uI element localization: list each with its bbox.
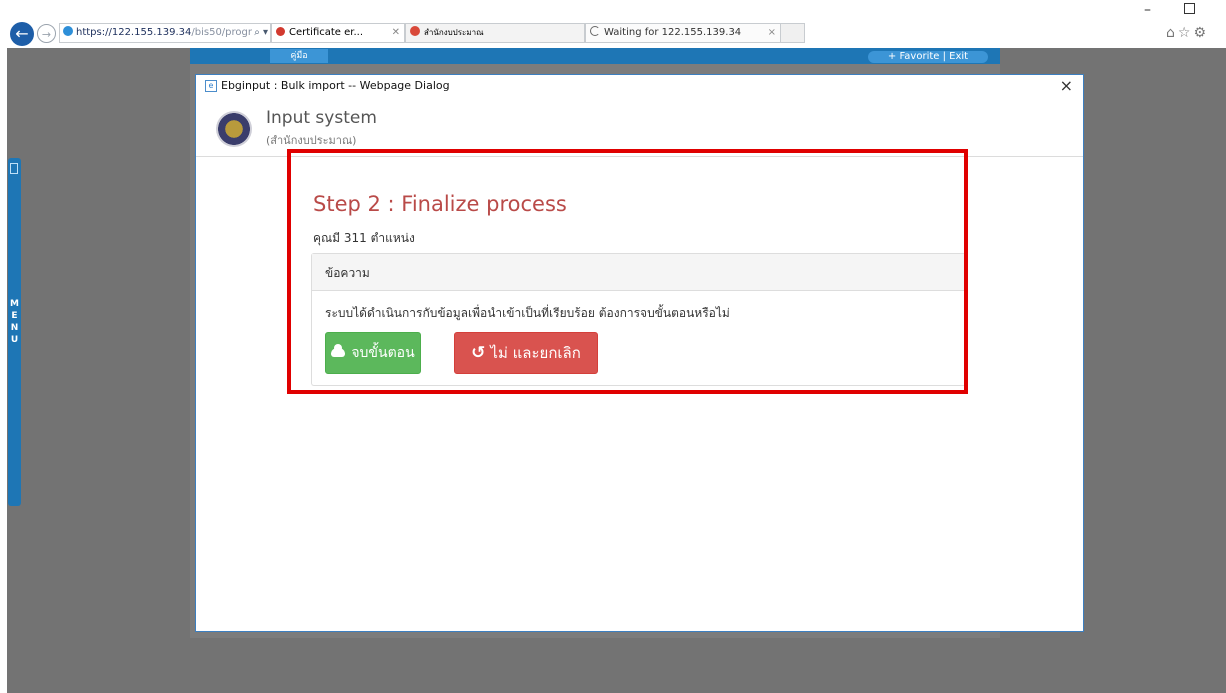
certificate-error-icon — [276, 27, 285, 36]
budget-bureau-seal-icon — [410, 26, 420, 36]
address-path: /bis50/progr — [191, 27, 252, 38]
tab-budget-bureau[interactable]: สำนักงบประมาณ — [405, 23, 585, 43]
forward-arrow-icon[interactable]: → — [37, 24, 56, 43]
step-title: Step 2 : Finalize process — [313, 192, 567, 216]
cancel-button[interactable]: ↺ ไม่ และยกเลิก — [454, 332, 598, 374]
panel-message: ระบบได้ดำเนินการกับข้อมูลเพื่อนำเข้าเป็น… — [325, 306, 730, 320]
dialog-header: Input system (สำนักงบประมาณ) — [196, 99, 1083, 157]
panel-heading: ข้อความ — [312, 254, 966, 291]
minimize-icon[interactable]: – — [1144, 2, 1151, 18]
side-menu-label: MENU — [10, 299, 19, 345]
cancel-label: ไม่ และยกเลิก — [490, 344, 581, 362]
browser-chrome: ← → https://122.155.139.34/bis50/progr ⌕… — [0, 0, 1226, 48]
webpage-dialog: e Ebginput : Bulk import -- Webpage Dial… — [195, 74, 1084, 632]
new-tab-button[interactable] — [781, 23, 805, 43]
address-bar[interactable]: https://122.155.139.34/bis50/progr ⌕ ▾ — [59, 23, 271, 43]
home-favorites-settings-icons[interactable]: ⌂☆⚙ — [1166, 25, 1209, 41]
system-title: Input system — [266, 108, 377, 128]
restore-icon[interactable] — [1184, 3, 1195, 14]
ie-icon: e — [205, 80, 217, 92]
panel-heading-label: ข้อความ — [325, 266, 370, 280]
budget-bureau-logo — [216, 111, 252, 147]
finish-step-label: จบขั้นตอน — [351, 345, 415, 361]
tab-label: Certificate er... — [289, 27, 364, 38]
tab-certificate-error[interactable]: Certificate er... ✕ — [271, 23, 405, 43]
dialog-titlebar: e Ebginput : Bulk import -- Webpage Dial… — [196, 75, 1083, 99]
finish-step-button[interactable]: จบขั้นตอน — [325, 332, 421, 374]
address-host: https://122.155.139.34 — [76, 27, 192, 38]
tab-label: Waiting for 122.155.139.34 — [604, 27, 742, 38]
tab-label: สำนักงบประมาณ — [424, 28, 484, 37]
loading-spinner-icon — [590, 26, 600, 36]
dialog-title: Ebginput : Bulk import -- Webpage Dialog — [221, 79, 450, 92]
close-icon[interactable]: × — [1060, 76, 1073, 95]
back-arrow-icon[interactable]: ← — [10, 22, 34, 46]
cloud-upload-icon — [331, 344, 346, 357]
system-subtitle: (สำนักงบประมาณ) — [266, 134, 357, 147]
side-menu-tab[interactable]: MENU — [8, 158, 21, 506]
manual-link[interactable]: คู่มือ — [270, 49, 328, 63]
undo-icon: ↺ — [471, 343, 486, 363]
document-icon — [10, 163, 18, 174]
step-subtitle: คุณมี 311 ตำแหน่ง — [313, 231, 415, 245]
ie-page-icon — [63, 26, 73, 36]
favorite-exit-link[interactable]: + Favorite | Exit — [868, 51, 988, 63]
tab-close-icon[interactable]: ✕ — [392, 24, 400, 42]
tab-close-icon[interactable]: × — [768, 24, 776, 42]
address-search-dropdown-icon[interactable]: ⌕ ▾ — [252, 24, 268, 42]
tab-waiting[interactable]: Waiting for 122.155.139.34 × — [585, 23, 781, 43]
